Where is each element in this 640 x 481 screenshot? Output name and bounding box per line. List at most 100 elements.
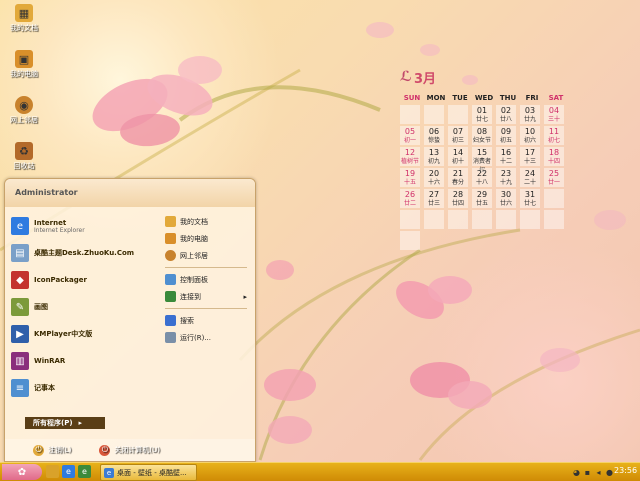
program-notepad[interactable]: ≡ 记事本: [11, 375, 159, 401]
calendar-lunar-label: 十五: [403, 179, 416, 186]
calendar-weekday: SUN: [403, 94, 421, 102]
program-paint[interactable]: ✎ 画图: [11, 294, 159, 320]
security-tray-icon[interactable]: ●: [605, 468, 614, 477]
calendar-day-cell[interactable]: 31 廿七: [520, 189, 540, 208]
quicklaunch-media-icon[interactable]: e: [78, 465, 91, 478]
taskbar-clock[interactable]: 23:56: [614, 466, 637, 475]
calendar-day-cell[interactable]: 29 廿五: [472, 189, 492, 208]
place-run[interactable]: 运行(R)...: [165, 329, 247, 346]
calendar-day-number: 23: [500, 169, 512, 178]
desktop-icon-recycle-bin[interactable]: ♻ 回收站: [2, 142, 46, 171]
calendar-day-cell[interactable]: 06 惊蛰: [424, 126, 444, 145]
all-programs-button[interactable]: 所有程序(P) ▸: [25, 417, 105, 429]
places-separator: [165, 267, 247, 268]
program-winrar[interactable]: ▥ WinRAR: [11, 348, 159, 374]
calendar-day-cell[interactable]: 14 初十: [448, 147, 468, 166]
shutdown-button[interactable]: ⏻ 关闭计算机(U): [99, 444, 160, 456]
calendar-day-cell[interactable]: 24 二十: [520, 168, 540, 187]
calendar-day-cell[interactable]: 28 廿四: [448, 189, 468, 208]
calendar-day-cell[interactable]: 04 三十: [544, 105, 564, 124]
connect-icon: [165, 291, 176, 302]
calendar-day-cell[interactable]: 09 初五: [496, 126, 516, 145]
power-icon: ⏻: [99, 444, 111, 456]
calendar-lunar-label: 十三: [523, 158, 536, 165]
desktop-icon-network[interactable]: ◉ 网上邻居: [2, 96, 46, 125]
calendar-day-cell[interactable]: 17 十三: [520, 147, 540, 166]
calendar-day-cell: [496, 210, 516, 229]
program-zhuoku-theme[interactable]: ▤ 桌酷主题Desk.ZhuoKu.Com: [11, 240, 159, 266]
calendar-day-cell[interactable]: 21 春分: [448, 168, 468, 187]
desktop-icon-label: 回收站: [13, 162, 35, 170]
calendar-day-cell[interactable]: 27 廿三: [424, 189, 444, 208]
place-control-panel[interactable]: 控制面板: [165, 271, 247, 288]
calendar-day-cell[interactable]: 13 初九: [424, 147, 444, 166]
calendar-day-cell[interactable]: 16 十二: [496, 147, 516, 166]
calendar-lunar-label: 初七: [547, 137, 560, 144]
volume-tray-icon[interactable]: ◂: [594, 468, 603, 477]
calendar-day-number: 27: [428, 190, 440, 199]
desktop-icon-my-documents[interactable]: ▦ 我的文档: [2, 4, 46, 33]
calendar-day-cell: [472, 210, 492, 229]
start-button[interactable]: ✿: [2, 464, 42, 480]
calendar-day-cell: [400, 210, 420, 229]
calendar-day-cell: [448, 210, 468, 229]
calendar-day-number: 31: [524, 190, 536, 199]
all-programs-arrow-icon: ▸: [78, 419, 83, 427]
calendar-day-cell: [424, 105, 444, 124]
calendar-day-number: 20: [428, 169, 440, 178]
quicklaunch-desktop-icon[interactable]: [46, 465, 59, 478]
calendar-day-cell[interactable]: 07 初三: [448, 126, 468, 145]
calendar-lunar-label: 三十: [547, 116, 560, 123]
place-label: 控制面板: [180, 275, 208, 284]
calendar-day-cell[interactable]: 03 廿九: [520, 105, 540, 124]
calendar-day-cell: [424, 210, 444, 229]
program-iconpackager[interactable]: ◆ IconPackager: [11, 267, 159, 293]
system-tray: ◕ ▪ ◂ ●: [572, 465, 616, 479]
calendar-day-cell[interactable]: 15 消费者权: [472, 147, 492, 174]
calendar-day-number: 21: [452, 169, 464, 178]
desktop-icon-label: 我的文档: [10, 24, 38, 32]
calendar-day-number: 28: [452, 190, 464, 199]
calendar-day-cell[interactable]: 20 十六: [424, 168, 444, 187]
desktop-icon-my-computer[interactable]: ▣ 我的电脑: [2, 50, 46, 79]
qq-tray-icon[interactable]: ◕: [572, 468, 581, 477]
network-tray-icon[interactable]: ▪: [583, 468, 592, 477]
calendar-day-cell: [448, 105, 468, 124]
place-my-documents[interactable]: 我的文档: [165, 213, 247, 230]
calendar-day-cell[interactable]: 10 初六: [520, 126, 540, 145]
calendar-day-cell[interactable]: 11 初七: [544, 126, 564, 145]
logoff-button[interactable]: ⏻ 注销(L): [33, 444, 71, 456]
quicklaunch-internet-explorer-icon[interactable]: e: [62, 465, 75, 478]
calendar-day-cell[interactable]: 25 廿一: [544, 168, 564, 187]
place-network[interactable]: 网上邻居: [165, 247, 247, 264]
calendar-lunar-label: 初一: [403, 137, 416, 144]
program-kmplayer[interactable]: ▶ KMPlayer中文版: [11, 321, 159, 347]
place-my-computer[interactable]: 我的电脑: [165, 230, 247, 247]
calendar-day-cell[interactable]: 05 初一: [400, 126, 420, 145]
calendar-lunar-label: 廿八: [499, 116, 512, 123]
calendar-day-cell[interactable]: 18 十四: [544, 147, 564, 166]
places-separator: [165, 308, 247, 309]
calendar-day-cell[interactable]: 23 十九: [496, 168, 516, 187]
program-internet-explorer[interactable]: e Internet Internet Explorer: [11, 213, 159, 239]
calendar-day-cell[interactable]: 08 妇女节: [472, 126, 492, 145]
calendar-day-cell[interactable]: 12 植树节: [400, 147, 420, 166]
calendar-weekday: SAT: [548, 94, 564, 102]
calendar-day-cell[interactable]: 02 廿八: [496, 105, 516, 124]
taskbar-window-button[interactable]: e 桌面 - 壁纸 - 桌酷壁...: [100, 464, 197, 481]
start-menu-footer: ⏻ 注销(L) ⏻ 关闭计算机(U): [5, 439, 255, 461]
calendar-day-cell[interactable]: 22 十八: [472, 168, 492, 187]
calendar-day-cell[interactable]: 30 廿六: [496, 189, 516, 208]
calendar-day-grid: 01 廿七 02 廿八 03 廿九 04 三十 05 初一 06 惊蛰 07 初三 08 妇女节 09 初五 10 初…: [400, 105, 564, 250]
place-connect-to[interactable]: 连接到 ▸: [165, 288, 247, 305]
calendar-day-cell[interactable]: 26 廿二: [400, 189, 420, 208]
calendar-lunar-label: 廿五: [475, 200, 488, 207]
calendar-weekday: MON: [426, 94, 446, 102]
calendar-weekday: WED: [474, 94, 494, 102]
calendar-lunar-label: 十八: [475, 179, 488, 186]
calendar-day-number: 04: [548, 106, 560, 115]
place-search[interactable]: 搜索: [165, 312, 247, 329]
calendar-lunar-label: 十九: [499, 179, 512, 186]
calendar-day-cell[interactable]: 19 十五: [400, 168, 420, 187]
calendar-day-cell[interactable]: 01 廿七: [472, 105, 492, 124]
